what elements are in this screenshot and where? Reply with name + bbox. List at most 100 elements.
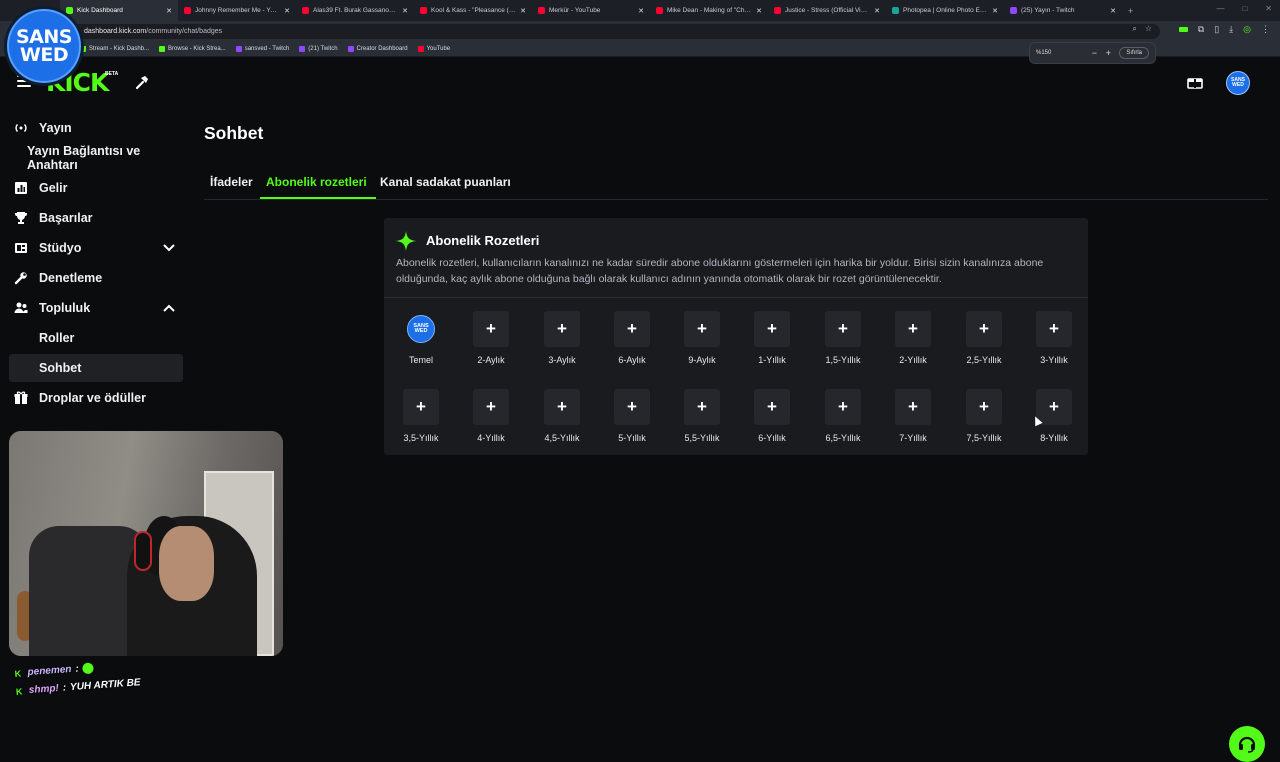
browser-tab[interactable]: (25) Yayın - Twitch ✕ xyxy=(1004,0,1122,21)
support-chat-button[interactable] xyxy=(1229,726,1265,762)
bookmark-item[interactable]: (21) Twitch xyxy=(299,46,338,52)
close-tab-icon[interactable]: ✕ xyxy=(638,7,644,15)
add-badge-button[interactable]: + xyxy=(825,389,861,425)
gift-icon[interactable] xyxy=(1187,75,1203,89)
add-badge-button[interactable]: + xyxy=(544,389,580,425)
bookmark-item[interactable]: Creator Dashboard xyxy=(347,46,408,52)
badge-slot: +9-Aylık xyxy=(669,311,729,371)
add-badge-button[interactable]: + xyxy=(895,389,931,425)
plus-icon: + xyxy=(557,319,567,338)
chevron-down-icon[interactable] xyxy=(163,241,175,255)
sidepanel-icon[interactable]: ▯ xyxy=(1214,24,1219,35)
bookmark-favicon-icon xyxy=(299,46,306,52)
add-badge-button[interactable]: + xyxy=(614,389,650,425)
bookmark-favicon-icon xyxy=(347,46,354,52)
add-badge-button[interactable]: + xyxy=(544,311,580,347)
badge-image[interactable]: SANS WED xyxy=(407,315,435,343)
tab-loyalty-points[interactable]: Kanal sadakat puanları xyxy=(380,175,511,189)
browser-tab[interactable]: Johnny Remember Me - YouTube ✕ xyxy=(178,0,296,21)
bookmark-label: Creator Dashboard xyxy=(356,46,408,52)
bookmark-item[interactable]: Browse - Kick Strea... xyxy=(159,46,226,52)
plus-icon: + xyxy=(767,397,777,416)
bookmark-item[interactable]: sansved - Twitch xyxy=(235,46,289,52)
add-badge-button[interactable]: + xyxy=(684,311,720,347)
add-badge-button[interactable]: + xyxy=(754,311,790,347)
add-badge-button[interactable]: + xyxy=(684,389,720,425)
tab-title: Mike Dean - Making of "Challe xyxy=(667,7,753,14)
add-badge-button[interactable]: + xyxy=(403,389,439,425)
sidebar-item-yayin[interactable]: Yayın xyxy=(9,114,183,142)
plus-icon: + xyxy=(697,319,707,338)
add-badge-button[interactable]: + xyxy=(1036,311,1072,347)
browser-tab[interactable]: Alas39 Ft. Burak Gassanov - Ja ✕ xyxy=(296,0,414,21)
sidebar-item-roller[interactable]: Roller xyxy=(9,324,183,352)
add-badge-button[interactable]: + xyxy=(473,311,509,347)
maximize-icon[interactable]: □ xyxy=(1242,4,1247,13)
close-tab-icon[interactable]: ✕ xyxy=(284,7,290,15)
browser-tab[interactable]: Merkür - YouTube ✕ xyxy=(532,0,650,21)
close-window-icon[interactable]: ✕ xyxy=(1265,4,1272,13)
zoom-in-button[interactable]: + xyxy=(1101,48,1115,58)
zoom-out-button[interactable]: − xyxy=(1087,48,1101,58)
broadcast-icon xyxy=(14,121,28,135)
add-badge-button[interactable]: + xyxy=(754,389,790,425)
sidebar-item-sohbet[interactable]: Sohbet xyxy=(9,354,183,382)
minimize-icon[interactable]: — xyxy=(1216,4,1224,13)
hammer-icon[interactable] xyxy=(134,74,150,90)
top-bar: KICK BETA SANS WED xyxy=(0,57,1280,109)
sidebar-item-gelir[interactable]: Gelir xyxy=(9,174,183,202)
tab-sub-badges[interactable]: Abonelik rozetleri xyxy=(266,175,367,189)
address-bar[interactable]: dashboard.kick.com/community/chat/badges xyxy=(70,24,1160,39)
tab-favicon-icon xyxy=(420,7,427,14)
sidebar-item-topluluk[interactable]: Topluluk xyxy=(9,294,183,322)
close-tab-icon[interactable]: ✕ xyxy=(520,7,526,15)
sidebar-item-label: Yayın Bağlantısı ve Anahtarı xyxy=(27,144,141,172)
extension-icon[interactable] xyxy=(1178,27,1188,32)
zoom-reset-button[interactable]: Sıfırla xyxy=(1119,47,1149,59)
close-tab-icon[interactable]: ✕ xyxy=(874,7,880,15)
bookmark-favicon-icon xyxy=(235,46,242,52)
browser-tab[interactable]: Photopea | Online Photo Editor ✕ xyxy=(886,0,1004,21)
sidebar-item-stream-key[interactable]: Yayın Bağlantısı ve Anahtarı xyxy=(9,144,183,172)
add-badge-button[interactable]: + xyxy=(966,389,1002,425)
download-icon[interactable]: ⤓ xyxy=(1229,24,1233,35)
close-tab-icon[interactable]: ✕ xyxy=(402,7,408,15)
browser-tab[interactable]: Justice - Stress (Official Video) ✕ xyxy=(768,0,886,21)
studio-icon xyxy=(14,241,28,255)
sidebar-item-basarilar[interactable]: Başarılar xyxy=(9,204,183,232)
browser-tab[interactable]: Mike Dean - Making of "Challe ✕ xyxy=(650,0,768,21)
plus-icon: + xyxy=(838,319,848,338)
sidebar-item-label: Topluluk xyxy=(39,301,91,315)
close-tab-icon[interactable]: ✕ xyxy=(992,7,998,15)
page-title: Sohbet xyxy=(204,123,264,143)
sidebar-item-studyo[interactable]: Stüdyo xyxy=(9,234,183,262)
menu-kebab-icon[interactable]: ⋮ xyxy=(1261,24,1270,35)
badge-slot: +6-Aylık xyxy=(599,311,659,371)
chevron-up-icon[interactable] xyxy=(163,301,175,315)
tab-emotes[interactable]: İfadeler xyxy=(210,175,253,189)
close-tab-icon[interactable]: ✕ xyxy=(756,7,762,15)
close-tab-icon[interactable]: ✕ xyxy=(1110,7,1116,15)
sidebar-item-denetleme[interactable]: Denetleme xyxy=(9,264,183,292)
beta-label: BETA xyxy=(105,71,119,77)
add-badge-button[interactable]: + xyxy=(614,311,650,347)
bookmark-item[interactable]: YouTube xyxy=(417,46,450,52)
add-badge-button[interactable]: + xyxy=(966,311,1002,347)
bookmark-star-icon[interactable]: ☆ xyxy=(1145,24,1152,34)
new-tab-button[interactable]: + xyxy=(1128,6,1133,16)
add-badge-button[interactable]: + xyxy=(473,389,509,425)
browser-tab[interactable]: Kool & Kass - "Pleasance (WDC ✕ xyxy=(414,0,532,21)
kick-icon: K xyxy=(14,668,22,679)
add-badge-button[interactable]: + xyxy=(895,311,931,347)
browser-tab[interactable]: Kick Dashboard ✕ xyxy=(60,0,178,21)
avatar[interactable]: SANS WED xyxy=(1226,71,1250,95)
zoom-icon[interactable]: ⌕ xyxy=(1132,24,1136,34)
add-badge-button[interactable]: + xyxy=(825,311,861,347)
close-tab-icon[interactable]: ✕ xyxy=(166,7,172,15)
sync-icon[interactable]: ◎ xyxy=(1243,24,1251,35)
chat-separator: : xyxy=(75,663,80,675)
badge-label: 8-Yıllık xyxy=(1040,433,1068,443)
extensions-puzzle-icon[interactable]: ⧉ xyxy=(1198,24,1204,35)
bookmark-item[interactable]: Stream - Kick Dashb... xyxy=(80,46,149,52)
sidebar-item-droplar[interactable]: Droplar ve ödüller xyxy=(9,384,183,412)
